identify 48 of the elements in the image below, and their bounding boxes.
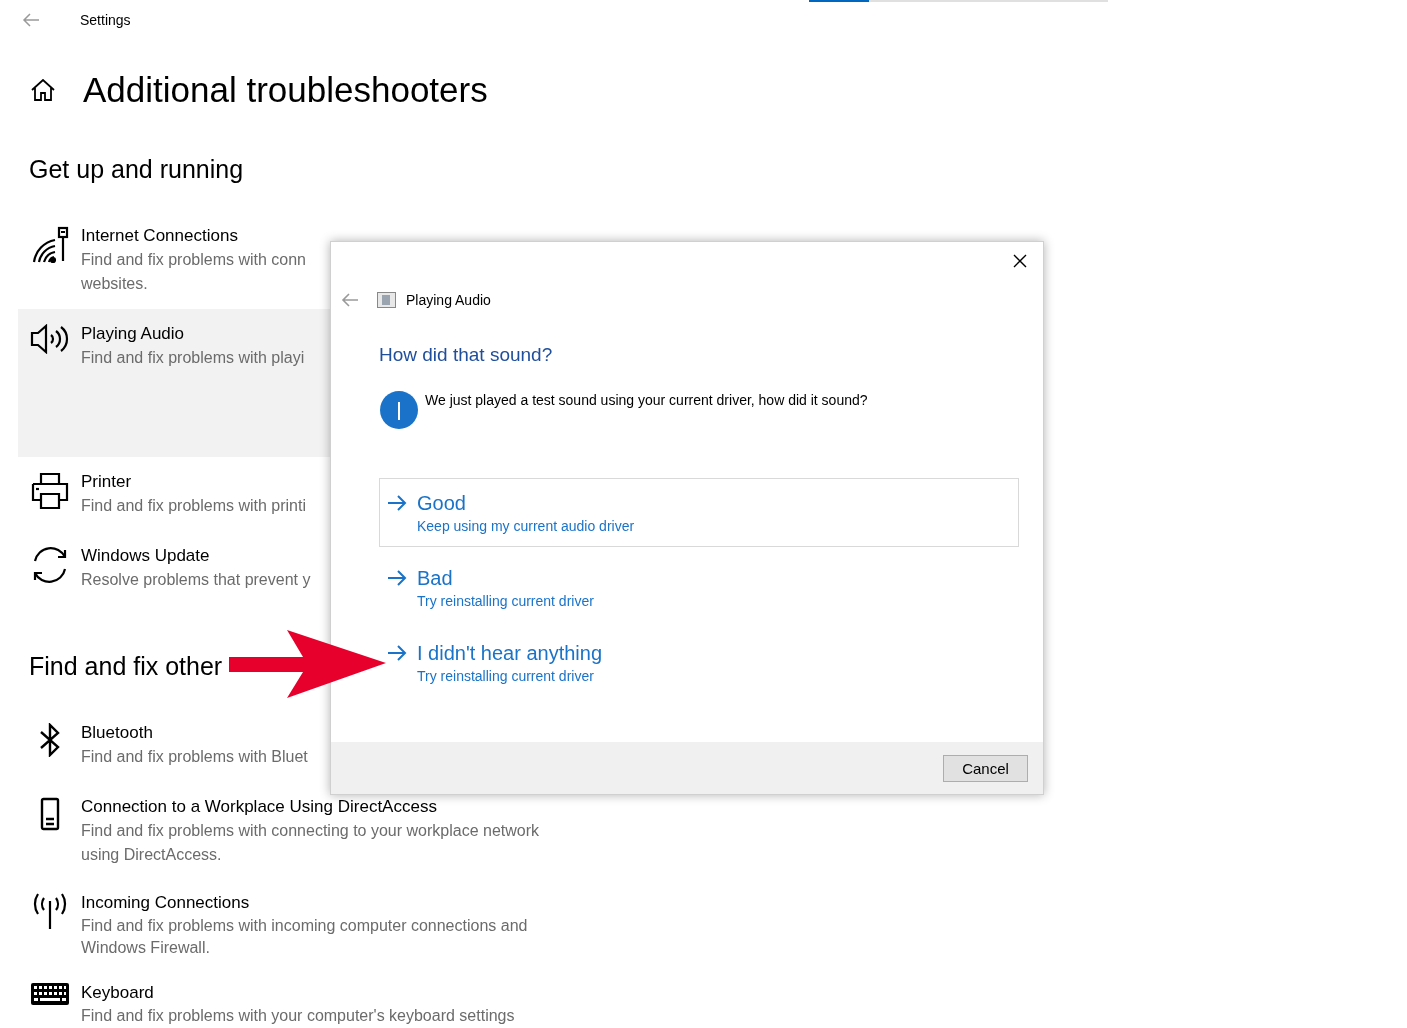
antenna-icon [31,893,69,929]
speaker-icon [30,324,70,354]
close-icon [1013,254,1027,268]
refresh-icon [31,546,69,584]
page-title: Additional troubleshooters [83,70,488,110]
item-description: Find and fix problems with conn [81,250,306,270]
item-title: Keyboard [81,982,154,1004]
item-description: Find and fix problems with printi [81,496,306,516]
home-icon[interactable] [31,79,55,101]
printer-icon [31,472,69,510]
section-heading: Get up and running [29,154,244,185]
troubleshooter-item[interactable]: Connection to a Workplace Using DirectAccess Find and fix problems with connecting to your workplace network using DirectAccess. [18,782,578,880]
item-title: Incoming Connections [81,892,250,914]
item-description: Find and fix problems with playi [81,348,305,368]
app-title: Settings [80,12,131,28]
bluetooth-icon [39,723,61,757]
dialog-title: Playing Audio [406,292,491,308]
back-arrow-icon[interactable] [22,13,40,27]
back-arrow-icon[interactable] [341,293,359,307]
option-detail: Try reinstalling current driver [417,592,594,611]
item-description: websites. [81,274,148,294]
keyboard-icon [31,983,69,1005]
phone-icon [40,797,60,831]
cancel-button[interactable]: Cancel [943,754,1028,782]
item-title: Connection to a Workplace Using DirectAccess [81,796,437,818]
troubleshooter-item[interactable]: Incoming Connections Find and fix problems with incoming computer connections and Windows Firewall. [18,880,578,970]
section-heading: Find and fix other [29,651,223,682]
item-title: Printer [81,471,132,493]
item-title: Playing Audio [81,323,185,345]
troubleshooter-item[interactable]: Keyboard Find and fix problems with your computer's keyboard settings [18,970,578,1028]
item-description: Find and fix problems with incoming computer connections and Windows Firewall. [81,916,529,958]
info-icon [379,390,419,430]
item-title: Windows Update [81,545,210,567]
answer-option[interactable]: Bad Try reinstalling current driver [379,553,1019,622]
answer-option[interactable]: I didn't hear anything Try reinstalling current driver [379,628,1019,697]
troubleshooter-item[interactable]: Bluetooth Find and fix problems with Bluet [18,708,578,782]
item-title: Internet Connections [81,225,238,247]
option-detail: Try reinstalling current driver [417,667,594,686]
troubleshooter-app-icon [377,292,396,308]
dialog-question: How did that sound? [379,343,554,367]
item-description: Resolve problems that prevent y [81,570,311,590]
option-detail: Keep using my current audio driver [417,517,635,536]
wifi-signal-icon [31,226,69,264]
item-description: Find and fix problems with connecting to your workplace network using DirectAccess. [81,821,540,865]
item-description: Find and fix problems with your computer's keyboard settings [81,1006,515,1026]
item-title: Bluetooth [81,722,153,744]
item-description: Find and fix problems with Bluet [81,747,308,767]
answer-option[interactable]: Good Keep using my current audio driver [379,478,1019,547]
